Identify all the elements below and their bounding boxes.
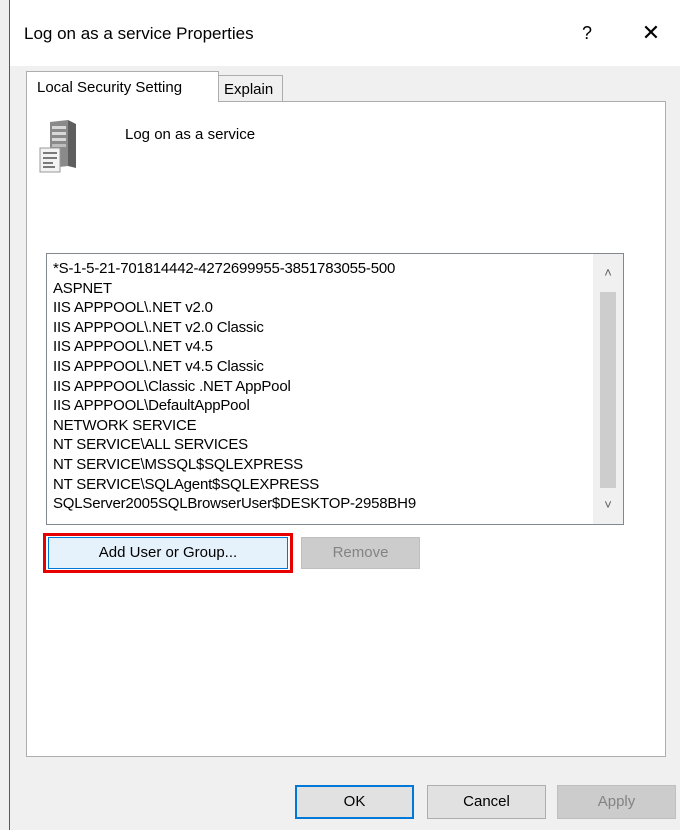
close-icon: ✕ xyxy=(641,20,661,45)
cancel-button[interactable]: Cancel xyxy=(427,785,546,819)
list-item[interactable]: IIS APPPOOL\.NET v2.0 xyxy=(47,298,592,318)
list-item[interactable]: IIS APPPOOL\Classic .NET AppPool xyxy=(47,377,592,397)
highlight-annotation xyxy=(43,533,293,573)
tab-local-security-setting[interactable]: Local Security Setting xyxy=(26,71,219,102)
title-bar[interactable]: Log on as a service Properties ? ✕ xyxy=(10,0,680,66)
window-title: Log on as a service Properties xyxy=(24,24,254,43)
ok-button[interactable]: OK xyxy=(295,785,414,819)
list-item[interactable]: SQLServer2005SQLBrowserUser$DESKTOP-2958… xyxy=(47,494,592,514)
scroll-thumb[interactable] xyxy=(600,292,616,488)
accounts-listbox[interactable]: *S-1-5-21-701814442-4272699955-385178305… xyxy=(46,253,624,525)
vertical-scrollbar[interactable]: ˄ ˅ xyxy=(593,254,623,524)
list-item[interactable]: NT SERVICE\ALL SERVICES xyxy=(47,435,592,455)
list-item[interactable]: IIS APPPOOL\.NET v2.0 Classic xyxy=(47,318,592,338)
list-item[interactable]: IIS APPPOOL\.NET v4.5 Classic xyxy=(47,357,592,377)
window-edge xyxy=(9,0,10,830)
accounts-list: *S-1-5-21-701814442-4272699955-385178305… xyxy=(47,259,592,514)
properties-dialog: Log on as a service Properties ? ✕ Local… xyxy=(0,0,680,830)
server-policy-icon xyxy=(39,120,76,173)
remove-button[interactable]: Remove xyxy=(301,537,420,569)
list-item[interactable]: NT SERVICE\SQLAgent$SQLEXPRESS xyxy=(47,475,592,495)
close-button[interactable]: ✕ xyxy=(636,18,666,48)
list-item[interactable]: *S-1-5-21-701814442-4272699955-385178305… xyxy=(47,259,592,279)
list-item[interactable]: NETWORK SERVICE xyxy=(47,416,592,436)
list-item[interactable]: IIS APPPOOL\DefaultAppPool xyxy=(47,396,592,416)
apply-button[interactable]: Apply xyxy=(557,785,676,819)
scroll-up-arrow-icon[interactable]: ˄ xyxy=(593,254,623,288)
help-button[interactable]: ? xyxy=(572,18,602,48)
scroll-down-arrow-icon[interactable]: ˅ xyxy=(593,490,623,524)
policy-name: Log on as a service xyxy=(125,126,256,143)
tab-explain[interactable]: Explain xyxy=(218,75,283,101)
list-item[interactable]: NT SERVICE\MSSQL$SQLEXPRESS xyxy=(47,455,592,475)
list-item[interactable]: ASPNET xyxy=(47,279,592,299)
list-item[interactable]: IIS APPPOOL\.NET v4.5 xyxy=(47,337,592,357)
